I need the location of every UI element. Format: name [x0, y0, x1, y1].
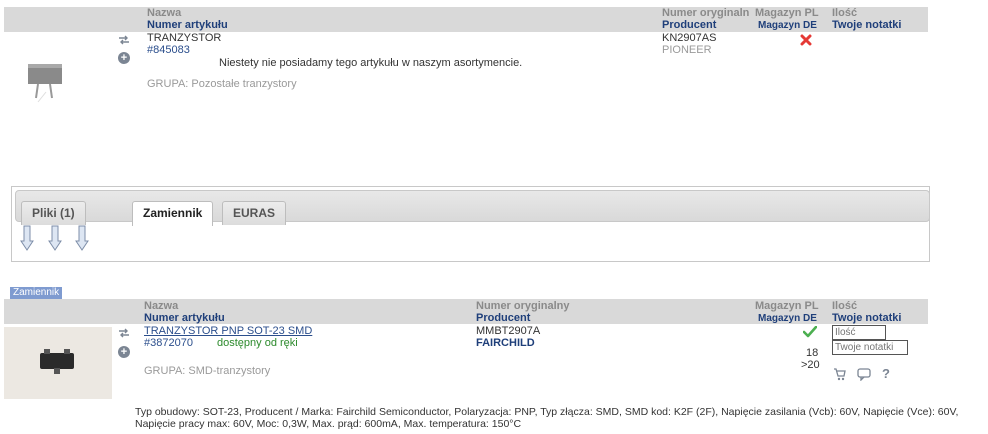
item2-producer: FAIRCHILD	[476, 337, 535, 349]
arrow-down-icon[interactable]	[48, 225, 62, 251]
col-name-header: Nazwa	[147, 7, 182, 19]
col-original-header: Numer oryginaln	[662, 7, 750, 19]
tabs-bar: Pliki (1) Zamiennik EURAS	[15, 190, 930, 226]
notes-input[interactable]	[832, 340, 908, 355]
item2-article-no[interactable]: #3872070	[144, 337, 193, 349]
col-producer-header: Producent	[476, 312, 531, 324]
col-stock-pl-header: Magazyn PL	[755, 300, 819, 312]
add-to-cart-icon[interactable]	[833, 367, 847, 381]
tab-euras[interactable]: EURAS	[222, 201, 287, 225]
item1-unavailable-message: Niestety nie posiadamy tego artykułu w n…	[219, 57, 523, 69]
section-label-zamiennik: Zamiennik	[10, 287, 63, 299]
tab-zamiennik[interactable]: Zamiennik	[132, 201, 214, 226]
col-producer-header: Producent	[662, 19, 717, 31]
item1-producer: PIONEER	[662, 44, 712, 56]
tabs-panel: Pliki (1) Zamiennik EURAS	[11, 186, 930, 262]
col-name-header: Nazwa	[144, 300, 179, 312]
item2-stock-pl: 18	[806, 347, 819, 359]
col-notes-header: Twoje notatki	[832, 312, 902, 324]
quantity-input[interactable]	[832, 325, 886, 340]
expand-plus-icon[interactable]: +	[118, 52, 130, 64]
item1-article-no[interactable]: #845083	[147, 44, 190, 56]
col-notes-header: Twoje notatki	[832, 19, 902, 31]
item2-original-no: MMBT2907A	[476, 325, 541, 337]
col-qty-header: Ilość	[832, 300, 858, 312]
comment-icon[interactable]	[857, 367, 871, 381]
expand-plus-icon[interactable]: +	[118, 346, 130, 358]
arrow-down-icon[interactable]	[20, 225, 34, 251]
item2-description-line2: Napięcie pracy max: 60V, Moc: 0,3W, Max.…	[135, 418, 522, 430]
arrow-down-icon[interactable]	[75, 225, 89, 251]
red-x-icon	[800, 34, 812, 46]
col-stock-de-header: Magazyn DE	[758, 20, 817, 31]
tab-pliki[interactable]: Pliki (1)	[21, 201, 86, 225]
item1-original-no: KN2907AS	[662, 32, 717, 44]
col-stock-de-header: Magazyn DE	[758, 313, 817, 324]
item2-availability: dostępny od ręki	[217, 337, 298, 349]
swap-icon[interactable]	[118, 328, 130, 338]
help-question-icon[interactable]: ?	[882, 366, 890, 381]
item2-group: GRUPA: SMD-tranzystory	[144, 365, 271, 377]
col-original-header: Numer oryginalny	[476, 300, 570, 312]
item2-stock-de: >20	[801, 359, 820, 371]
item2-description-line1: Typ obudowy: SOT-23, Producent / Marka: …	[135, 406, 959, 418]
item1-group: GRUPA: Pozostałe tranzystory	[147, 78, 297, 90]
col-qty-header: Ilość	[832, 7, 858, 19]
green-check-icon	[803, 326, 817, 338]
col-article-header: Numer artykułu	[144, 312, 225, 324]
item1-name: TRANZYSTOR	[147, 32, 222, 44]
swap-icon[interactable]	[118, 35, 130, 45]
col-stock-pl-header: Magazyn PL	[755, 7, 819, 19]
item2-name-link[interactable]: TRANZYSTOR PNP SOT-23 SMD	[144, 325, 312, 337]
product-image	[28, 64, 62, 103]
product-image	[4, 327, 112, 399]
col-article-header: Numer artykułu	[147, 19, 228, 31]
